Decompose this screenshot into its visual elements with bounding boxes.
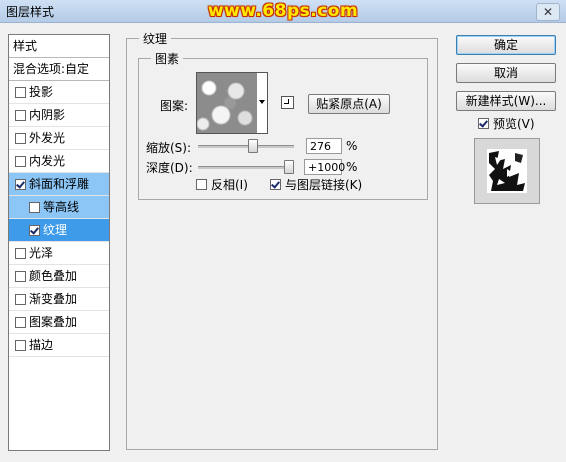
style-item-texture[interactable]: 纹理 xyxy=(9,219,109,242)
chevron-down-icon[interactable] xyxy=(257,72,268,134)
styles-header[interactable]: 样式 xyxy=(9,35,109,58)
style-item-color-overlay[interactable]: 颜色叠加 xyxy=(9,265,109,288)
style-item-label: 描边 xyxy=(29,338,54,352)
watermark: www.68ps.com xyxy=(207,1,359,21)
outer-glow-checkbox[interactable] xyxy=(15,133,26,144)
snap-to-origin-button[interactable]: 贴紧原点(A) xyxy=(308,94,390,114)
style-list: 样式 混合选项:自定 投影 内阴影 外发光 内发光 斜面和浮雕 等高线 纹理 光… xyxy=(8,34,110,451)
elements-group-title: 图素 xyxy=(151,50,184,67)
link-with-layer-checkbox-row[interactable]: 与图层链接(K) xyxy=(270,177,362,193)
invert-label: 反相(I) xyxy=(211,178,248,192)
pattern-overlay-checkbox[interactable] xyxy=(15,317,26,328)
contour-checkbox[interactable] xyxy=(29,202,40,213)
style-item-label: 外发光 xyxy=(29,131,66,145)
invert-checkbox-row[interactable]: 反相(I) xyxy=(196,177,248,193)
scale-slider-track[interactable] xyxy=(198,145,294,148)
preview-checkbox-row[interactable]: 预览(V) xyxy=(478,116,535,132)
pattern-swatch[interactable] xyxy=(196,72,258,134)
preview-graphic xyxy=(475,139,539,203)
color-overlay-checkbox[interactable] xyxy=(15,271,26,282)
style-item-label: 内阴影 xyxy=(29,108,66,122)
invert-checkbox[interactable] xyxy=(196,179,207,190)
drop-shadow-checkbox[interactable] xyxy=(15,87,26,98)
title-bar: 图层样式 www.68ps.com ✕ xyxy=(0,0,566,23)
scale-input[interactable]: 276 xyxy=(306,138,342,154)
pattern-label: 图案: xyxy=(160,99,189,113)
scale-unit: % xyxy=(346,139,358,153)
style-item-label: 光泽 xyxy=(29,246,54,260)
style-item-contour[interactable]: 等高线 xyxy=(9,196,109,219)
style-item-satin[interactable]: 光泽 xyxy=(9,242,109,265)
texture-group-title: 纹理 xyxy=(139,30,172,47)
scale-label: 缩放(S): xyxy=(146,141,192,155)
depth-label: 深度(D): xyxy=(146,161,193,175)
gradient-overlay-checkbox[interactable] xyxy=(15,294,26,305)
bevel-emboss-checkbox[interactable] xyxy=(15,179,26,190)
depth-input[interactable]: +1000 xyxy=(304,159,345,175)
depth-slider-thumb[interactable] xyxy=(284,160,294,174)
cancel-button[interactable]: 取消 xyxy=(456,63,556,83)
preview-checkbox[interactable] xyxy=(478,118,489,129)
style-item-label: 内发光 xyxy=(29,154,66,168)
style-item-label: 斜面和浮雕 xyxy=(29,177,90,191)
style-item-label: 等高线 xyxy=(43,200,80,214)
style-item-pattern-overlay[interactable]: 图案叠加 xyxy=(9,311,109,334)
style-item-label: 渐变叠加 xyxy=(29,292,78,306)
style-item-drop-shadow[interactable]: 投影 xyxy=(9,81,109,104)
style-item-gradient-overlay[interactable]: 渐变叠加 xyxy=(9,288,109,311)
satin-checkbox[interactable] xyxy=(15,248,26,259)
depth-unit: % xyxy=(346,160,358,174)
link-with-layer-checkbox[interactable] xyxy=(270,179,281,190)
inner-shadow-checkbox[interactable] xyxy=(15,110,26,121)
scale-slider-thumb[interactable] xyxy=(247,139,258,153)
blend-options-item[interactable]: 混合选项:自定 xyxy=(9,58,109,81)
link-with-layer-label: 与图层链接(K) xyxy=(285,178,363,192)
style-item-inner-shadow[interactable]: 内阴影 xyxy=(9,104,109,127)
close-icon[interactable]: ✕ xyxy=(536,3,560,21)
new-preset-icon[interactable] xyxy=(281,96,294,109)
style-item-stroke[interactable]: 描边 xyxy=(9,334,109,357)
style-item-outer-glow[interactable]: 外发光 xyxy=(9,127,109,150)
style-item-inner-glow[interactable]: 内发光 xyxy=(9,150,109,173)
stroke-checkbox[interactable] xyxy=(15,340,26,351)
style-item-label: 投影 xyxy=(29,85,54,99)
style-preview-thumbnail xyxy=(474,138,540,204)
style-item-label: 图案叠加 xyxy=(29,315,78,329)
preview-label: 预览(V) xyxy=(493,117,535,131)
new-style-button[interactable]: 新建样式(W)... xyxy=(456,91,556,111)
style-item-label: 纹理 xyxy=(43,223,68,237)
depth-slider-track[interactable] xyxy=(198,166,294,169)
ok-button[interactable]: 确定 xyxy=(456,35,556,55)
style-item-label: 颜色叠加 xyxy=(29,269,78,283)
style-item-bevel-emboss[interactable]: 斜面和浮雕 xyxy=(9,173,109,196)
texture-checkbox[interactable] xyxy=(29,225,40,236)
inner-glow-checkbox[interactable] xyxy=(15,156,26,167)
